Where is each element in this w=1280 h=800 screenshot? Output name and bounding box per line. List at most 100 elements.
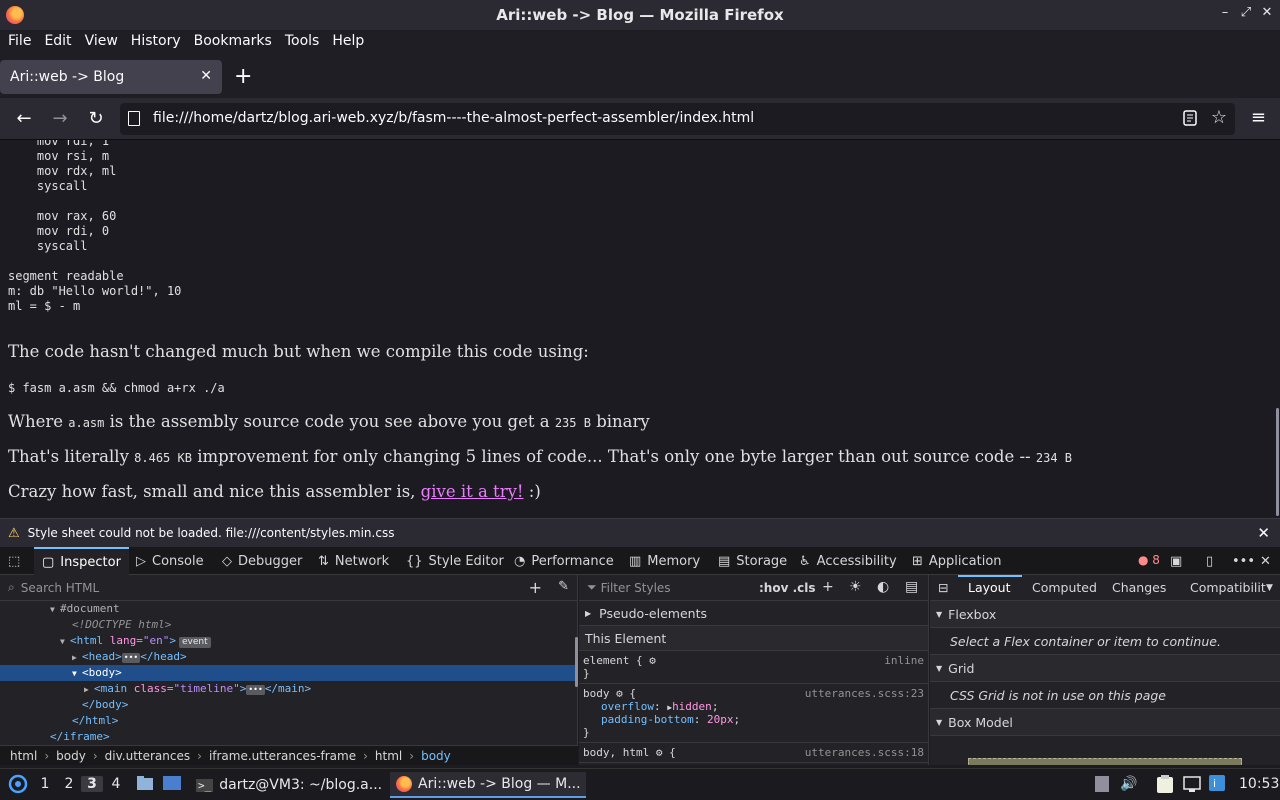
tab-console[interactable]: ▷ Console — [136, 547, 204, 575]
element-picker-icon[interactable]: ⬚ — [8, 547, 20, 575]
collapsed-content-icon[interactable]: ••• — [246, 685, 265, 695]
tab-memory[interactable]: ▥ Memory — [629, 547, 700, 575]
flexbox-section[interactable]: ▼ Flexbox — [930, 601, 1280, 628]
tab-close-icon[interactable]: ✕ — [200, 68, 212, 84]
menu-tools[interactable]: Tools — [285, 33, 320, 49]
notifications-icon[interactable]: i — [1208, 774, 1226, 796]
workspace-4[interactable]: 4 — [105, 776, 127, 792]
menu-view[interactable]: View — [85, 33, 118, 49]
workspace-2[interactable]: 2 — [58, 776, 80, 792]
expand-arrow-icon[interactable]: ▶ — [72, 650, 82, 666]
menu-bookmarks[interactable]: Bookmarks — [194, 33, 272, 49]
new-tab-button[interactable]: + — [234, 64, 252, 89]
box-model-section[interactable]: ▼ Box Model — [930, 709, 1280, 736]
volume-icon[interactable]: 🔊 — [1120, 776, 1137, 792]
collapsed-content-icon[interactable]: ••• — [121, 653, 141, 663]
breadcrumb-body-inner[interactable]: body — [421, 749, 451, 763]
tree-node-iframe-close[interactable]: </iframe> — [0, 729, 577, 745]
tab-storage[interactable]: ▤ Storage — [718, 547, 787, 575]
filter-styles-input[interactable]: Filter Styles — [601, 581, 671, 595]
add-rule-icon[interactable]: + — [822, 579, 834, 595]
reload-button[interactable]: ↻ — [84, 108, 108, 129]
page-scrollbar[interactable] — [1276, 408, 1279, 516]
give-it-a-try-link[interactable]: give it a try! — [421, 482, 524, 501]
tab-debugger[interactable]: ◇ Debugger — [222, 547, 302, 575]
tree-node-head[interactable]: ▶ <head> ••• </head> — [0, 649, 577, 665]
error-count-badge[interactable]: ● 8 — [1138, 553, 1160, 567]
search-html-input[interactable]: Search HTML — [21, 581, 99, 595]
rule-gear-icon[interactable]: ⚙ — [656, 746, 663, 759]
tab-compatibility[interactable]: Compatibilit — [1190, 580, 1266, 595]
back-button[interactable]: ← — [12, 108, 36, 129]
workspace-1[interactable]: 1 — [34, 776, 56, 792]
tab-blog[interactable]: Ari::web -> Blog ✕ — [0, 60, 222, 94]
breadcrumb-iframe[interactable]: iframe.utterances-frame — [209, 749, 356, 763]
tab-computed[interactable]: Computed — [1032, 580, 1097, 595]
tree-node-html-close[interactable]: </html> — [0, 713, 577, 729]
minimize-button[interactable]: – — [1215, 5, 1235, 20]
tab-changes[interactable]: Changes — [1112, 580, 1166, 595]
tab-style-editor[interactable]: {} Style Editor — [406, 547, 504, 575]
breadcrumb-html[interactable]: html — [10, 749, 37, 763]
tab-accessibility[interactable]: ♿ Accessibility — [799, 547, 897, 575]
menu-file[interactable]: File — [8, 33, 31, 49]
grid-section[interactable]: ▼ Grid — [930, 655, 1280, 682]
tree-node-html[interactable]: ▼ <html lang="en"> event — [0, 633, 577, 649]
tree-node-main[interactable]: ▶ <main class="timeline"> ••• </main> — [0, 681, 577, 697]
menu-edit[interactable]: Edit — [44, 33, 71, 49]
tree-node-document[interactable]: ▼ #document — [0, 601, 577, 617]
tabs-overflow-icon[interactable]: ▼ — [1266, 583, 1273, 593]
event-badge[interactable]: event — [179, 637, 211, 648]
clock[interactable]: 10:53 — [1239, 776, 1279, 792]
tray-window-icon[interactable] — [1094, 775, 1110, 797]
breadcrumb-div-utterances[interactable]: div.utterances — [105, 749, 190, 763]
close-window-button[interactable]: ✕ — [1257, 5, 1277, 20]
tree-node-body-close[interactable]: </body> — [0, 697, 577, 713]
taskbar-terminal[interactable]: >_ dartz@VM3: ~/blog.a... — [190, 772, 386, 798]
tab-application[interactable]: ⊞ Application — [912, 547, 1002, 575]
collapse-arrow-icon[interactable]: ▼ — [72, 666, 82, 682]
desktop-icon[interactable] — [162, 775, 182, 795]
taskbar-firefox[interactable]: Ari::web -> Blog — M... — [390, 772, 586, 798]
file-manager-icon[interactable] — [136, 775, 154, 795]
collapse-arrow-icon[interactable]: ▼ — [50, 602, 60, 618]
reader-view-icon[interactable] — [1183, 110, 1197, 130]
tree-node-doctype[interactable]: <!DOCTYPE html> — [0, 617, 577, 633]
expand-arrow-icon[interactable]: ▶ — [84, 682, 94, 698]
url-bar[interactable]: file:///home/dartz/blog.ari-web.xyz/b/fa… — [120, 103, 1235, 135]
breadcrumb-body[interactable]: body — [56, 749, 86, 763]
collapse-arrow-icon[interactable]: ▼ — [60, 634, 70, 650]
start-menu-icon[interactable] — [8, 773, 28, 799]
rule-gear-icon[interactable]: ⚙ — [616, 687, 623, 700]
workspace-3[interactable]: 3 — [81, 776, 103, 792]
split-console-icon[interactable]: ▣ — [1170, 547, 1182, 575]
rule-body[interactable]: body ⚙ {utterances.scss:23 overflow: ▶hi… — [579, 684, 928, 743]
close-devtools-icon[interactable]: ✕ — [1260, 547, 1271, 575]
tab-inspector[interactable]: ▢ Inspector — [34, 547, 129, 575]
app-menu-button[interactable]: ≡ — [1251, 107, 1266, 128]
menu-help[interactable]: Help — [332, 33, 364, 49]
rule-gear-icon[interactable]: ⚙ — [649, 654, 656, 667]
more-options-icon[interactable]: ••• — [1232, 547, 1255, 575]
light-theme-icon[interactable]: ☀ — [849, 579, 862, 595]
maximize-button[interactable]: ⤢ — [1236, 5, 1256, 20]
rule-element[interactable]: element { ⚙ inline } — [579, 651, 928, 684]
tab-network[interactable]: ⇅ Network — [318, 547, 389, 575]
clipboard-icon[interactable] — [1156, 774, 1174, 798]
menu-history[interactable]: History — [131, 33, 181, 49]
warning-close-icon[interactable]: ✕ — [1257, 524, 1270, 542]
forward-button[interactable]: → — [48, 108, 72, 129]
add-node-icon[interactable]: + — [529, 578, 542, 597]
rule-source-link[interactable]: utterances.scss:18 — [805, 746, 924, 759]
dark-theme-icon[interactable]: ◐ — [877, 579, 889, 595]
sidebar-toggle-icon[interactable]: ⊟ — [938, 580, 948, 595]
markup-scrollbar[interactable] — [575, 637, 578, 687]
print-media-icon[interactable]: ▤ — [905, 579, 918, 595]
breadcrumb-html-inner[interactable]: html — [375, 749, 402, 763]
tab-performance[interactable]: ◔ Performance — [514, 547, 614, 575]
url-text[interactable]: file:///home/dartz/blog.ari-web.xyz/b/fa… — [153, 110, 754, 126]
eyedropper-icon[interactable]: ✎ — [558, 579, 569, 594]
tab-layout[interactable]: Layout — [968, 580, 1011, 595]
pseudo-elements-section[interactable]: ▶ Pseudo-elements — [579, 601, 928, 626]
bookmark-star-icon[interactable]: ☆ — [1211, 107, 1227, 128]
